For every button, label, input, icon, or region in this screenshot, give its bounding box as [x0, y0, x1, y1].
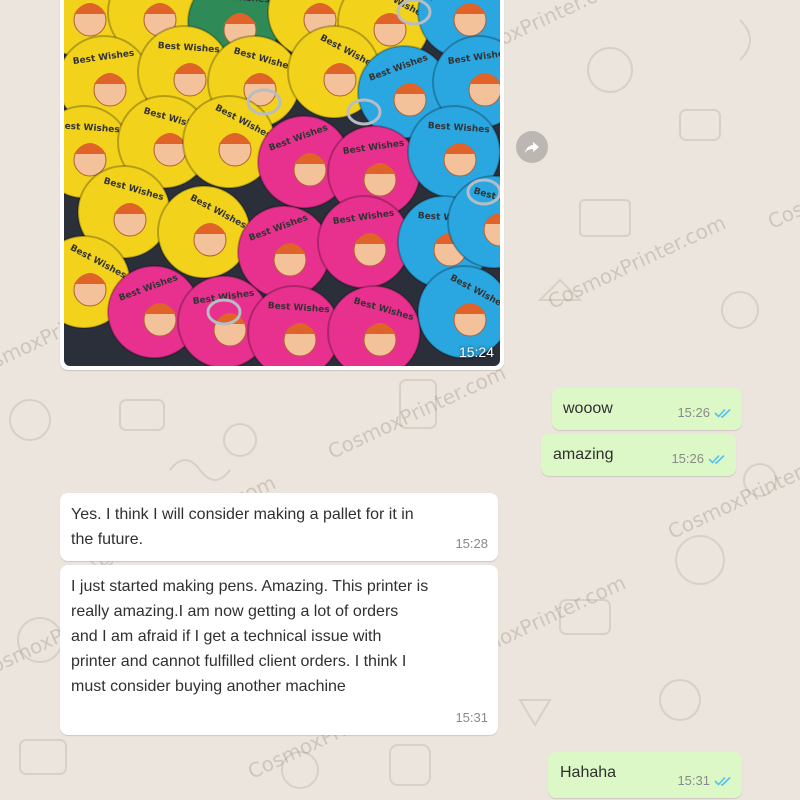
message-text: I just started making pens. Amazing. Thi… [71, 578, 429, 695]
message-text: wooow [563, 400, 613, 417]
message-text: amazing [553, 446, 614, 463]
message-time: 15:26 [677, 405, 710, 420]
keychain-disc: Best Wishes [327, 285, 421, 366]
message-text: Hahaha [560, 764, 617, 781]
forward-icon [525, 142, 539, 153]
message-time: 15:31 [455, 710, 488, 725]
message-meta: 15:31 [677, 768, 732, 793]
message-text: Yes. I think I will consider making a pa… [71, 506, 414, 548]
incoming-message[interactable]: Yes. I think I will consider making a pa… [60, 493, 498, 561]
outgoing-message[interactable]: Hahaha 15:31 [548, 752, 742, 798]
double-check-icon [714, 775, 732, 787]
message-meta: 15:26 [671, 446, 726, 471]
forward-button[interactable] [516, 131, 548, 163]
outgoing-message[interactable]: wooow 15:26 [552, 388, 742, 430]
outgoing-message[interactable]: amazing 15:26 [541, 434, 736, 476]
keychain-disc: Best Wishes [317, 195, 411, 289]
message-meta: 15:28 [455, 531, 488, 556]
keychain-disc: Best Wishes [247, 285, 341, 366]
double-check-icon [714, 407, 732, 419]
double-check-icon [708, 453, 726, 465]
message-meta: 15:26 [677, 400, 732, 425]
message-time: 15:31 [677, 773, 710, 788]
keychain-photo[interactable]: Best Wishes Best Wishes Best Wishes Best Wi… [64, 0, 500, 366]
message-time: 15:26 [671, 451, 704, 466]
image-message[interactable]: Best Wishes Best Wishes Best Wishes Best Wi… [60, 0, 504, 370]
keychain-disc: Best Wishes [157, 185, 251, 279]
incoming-message[interactable]: I just started making pens. Amazing. Thi… [60, 565, 498, 735]
message-time: 15:28 [455, 536, 488, 551]
message-time: 15:24 [458, 344, 494, 360]
message-meta: 15:31 [455, 705, 488, 730]
